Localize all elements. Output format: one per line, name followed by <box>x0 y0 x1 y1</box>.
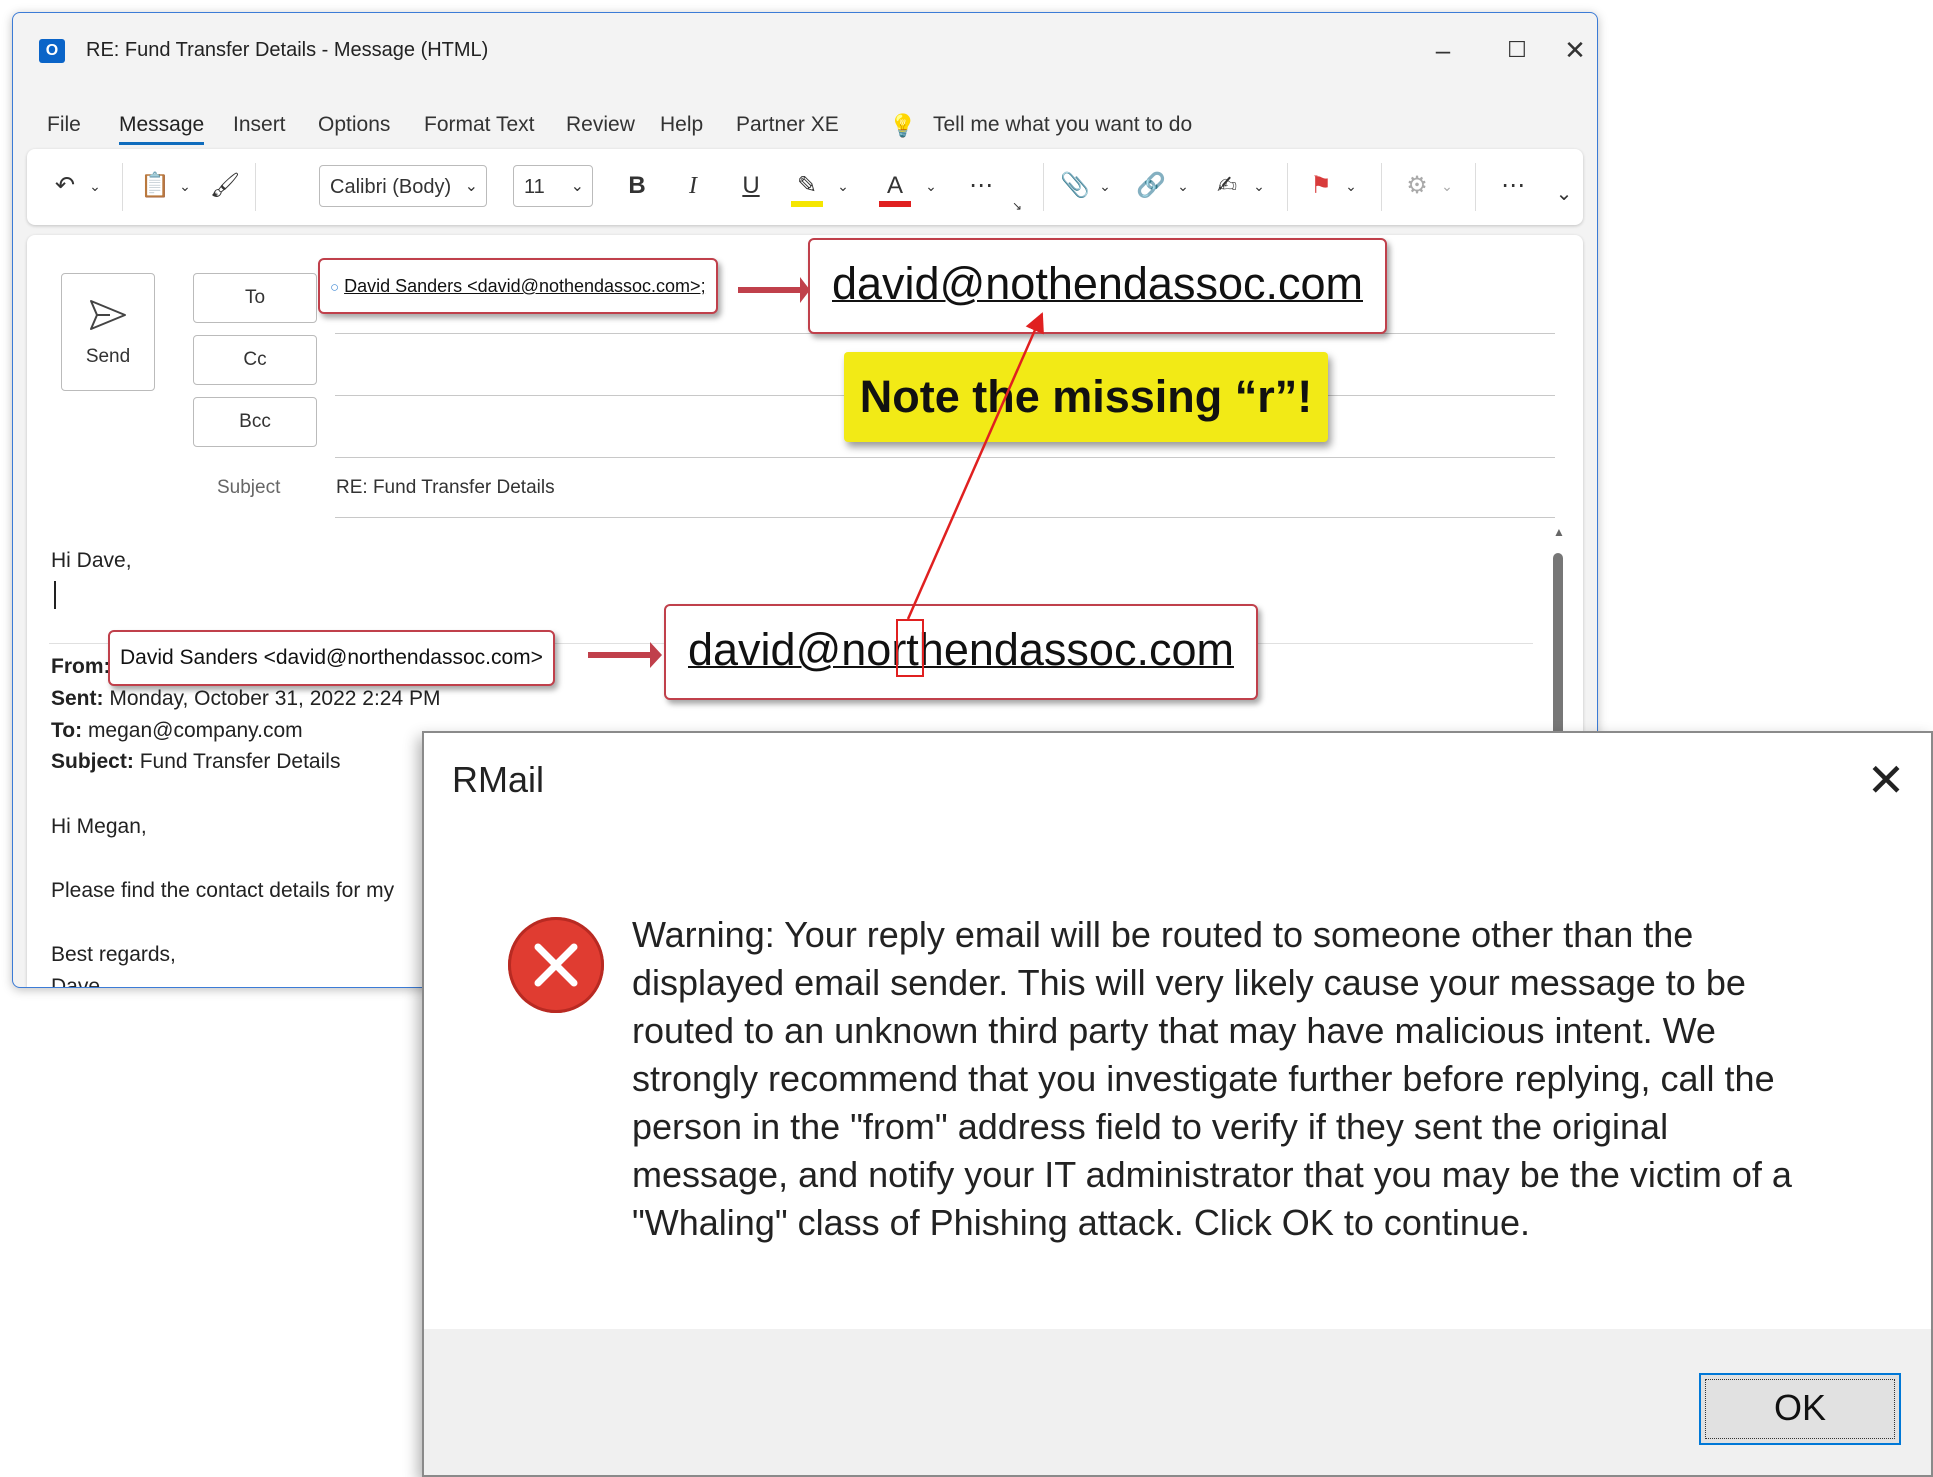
font-size-dropdown[interactable]: 11 ⌄ <box>513 165 593 207</box>
error-icon <box>508 917 604 1013</box>
dialog-footer: OK <box>424 1329 1931 1475</box>
text-cursor <box>54 581 56 609</box>
title-bar: O RE: Fund Transfer Details - Message (H… <box>13 13 1597 77</box>
font-color-icon[interactable]: A <box>875 163 915 209</box>
original-greeting: Hi Megan, <box>51 815 147 838</box>
dialog-title: RMail <box>452 759 545 800</box>
dialog-launcher-icon[interactable]: ↘ <box>1007 183 1027 229</box>
more-formatting-icon[interactable]: ⋯ <box>961 163 1001 209</box>
chevron-down-icon: ⌄ <box>464 178 478 195</box>
close-button[interactable]: ✕ <box>1547 27 1597 73</box>
menu-partner-xe[interactable]: Partner XE <box>736 113 839 137</box>
chevron-down-icon[interactable]: ⌄ <box>921 163 941 209</box>
maximize-button[interactable]: ☐ <box>1489 27 1545 73</box>
minimize-button[interactable]: – <box>1415 27 1471 73</box>
presence-icon: ○ <box>330 279 340 296</box>
header-to: To: megan@company.com <box>51 719 303 742</box>
paste-icon[interactable]: 📋 <box>137 163 173 209</box>
menu-review[interactable]: Review <box>566 113 635 137</box>
menu-format-text[interactable]: Format Text <box>424 113 534 137</box>
sensitivity-icon[interactable]: ⚙ <box>1397 163 1437 209</box>
signoff: Best regards, <box>51 943 176 966</box>
outlook-app-icon: O <box>39 39 65 63</box>
link-icon[interactable]: 🔗 <box>1131 163 1171 209</box>
subject-label: Subject <box>217 477 281 498</box>
font-size-value: 11 <box>524 176 545 198</box>
to-domain-text: david@nothendassoc.com <box>832 258 1363 309</box>
chevron-down-icon[interactable]: ⌄ <box>1341 163 1361 209</box>
rmail-warning-dialog: RMail ✕ Warning: Your reply email will b… <box>422 731 1933 1477</box>
signature-icon[interactable]: ✍ <box>1207 163 1247 209</box>
to-recipient-text: David Sanders <david@nothendassoc.com>; <box>344 276 706 296</box>
menu-insert[interactable]: Insert <box>233 113 286 137</box>
attach-file-icon[interactable]: 📎 <box>1057 163 1093 209</box>
warning-message: Warning: Your reply email will be routed… <box>632 914 1792 1243</box>
signature: Dave <box>51 975 101 988</box>
ok-button[interactable]: OK <box>1699 1373 1901 1445</box>
chevron-down-icon[interactable]: ⌄ <box>85 163 105 209</box>
header-sent: Sent: Monday, October 31, 2022 2:24 PM <box>51 687 441 710</box>
menu-message[interactable]: Message <box>119 113 205 145</box>
original-body: Please find the contact details for my <box>51 879 395 902</box>
underline-icon[interactable]: U <box>731 163 771 209</box>
ribbon-toolbar: ↶ ⌄ 📋 ⌄ 🖌 Calibri (Body) ⌄ 11 ⌄ B I U ✎ ⌄ … <box>27 149 1583 225</box>
from-recipient-text: David Sanders <david@northendassoc.com> <box>120 646 543 669</box>
bold-icon[interactable]: B <box>617 163 657 209</box>
to-recipient-callout: ○ David Sanders <david@nothendassoc.com>… <box>318 258 718 314</box>
chevron-down-icon[interactable]: ⌄ <box>1249 163 1269 209</box>
missing-r-note: Note the missing “r”! <box>844 352 1328 442</box>
more-options-icon[interactable]: ⋯ <box>1493 163 1533 209</box>
cc-button[interactable]: Cc <box>193 335 317 385</box>
to-button[interactable]: To <box>193 273 317 323</box>
menu-options[interactable]: Options <box>318 113 390 137</box>
window-title: RE: Fund Transfer Details - Message (HTM… <box>86 39 489 61</box>
lightbulb-icon[interactable]: 💡 <box>889 113 916 139</box>
chevron-down-icon: ⌄ <box>570 178 584 195</box>
chevron-down-icon[interactable]: ⌄ <box>1095 163 1115 209</box>
tell-me-search[interactable]: Tell me what you want to do <box>933 113 1192 137</box>
scroll-up-icon[interactable]: ▲ <box>1553 525 1565 539</box>
send-icon <box>90 300 126 330</box>
expand-ribbon-icon[interactable]: ⌄ <box>1549 171 1579 217</box>
undo-icon[interactable]: ↶ <box>47 163 83 209</box>
chevron-down-icon[interactable]: ⌄ <box>833 163 853 209</box>
menu-bar: File Message Insert Options Format Text … <box>13 103 1597 149</box>
from-domain-text: david@northendassoc.com <box>688 624 1234 675</box>
font-family-dropdown[interactable]: Calibri (Body) ⌄ <box>319 165 487 207</box>
font-family-value: Calibri (Body) <box>330 176 452 198</box>
from-recipient-callout: David Sanders <david@northendassoc.com> <box>108 630 555 686</box>
bcc-button[interactable]: Bcc <box>193 397 317 447</box>
to-domain-callout: david@nothendassoc.com <box>808 238 1387 334</box>
chevron-down-icon[interactable]: ⌄ <box>1437 163 1457 209</box>
header-subject: Subject: Fund Transfer Details <box>51 750 341 773</box>
menu-file[interactable]: File <box>47 113 81 137</box>
subject-input[interactable]: RE: Fund Transfer Details <box>336 477 555 499</box>
italic-icon[interactable]: I <box>673 163 713 209</box>
chevron-down-icon[interactable]: ⌄ <box>175 163 195 209</box>
highlight-r-box <box>896 619 924 677</box>
chevron-down-icon[interactable]: ⌄ <box>1173 163 1193 209</box>
header-from: From: <box>51 655 111 678</box>
menu-help[interactable]: Help <box>660 113 703 137</box>
format-painter-icon[interactable]: 🖌 <box>207 163 243 209</box>
highlight-icon[interactable]: ✎ <box>787 163 827 209</box>
reply-greeting[interactable]: Hi Dave, <box>51 549 132 573</box>
flag-icon[interactable]: ⚑ <box>1303 163 1339 209</box>
from-domain-callout: david@northendassoc.com <box>664 604 1258 700</box>
send-label: Send <box>85 346 131 367</box>
dialog-close-button[interactable]: ✕ <box>1851 745 1921 815</box>
send-button[interactable]: Send <box>61 273 155 391</box>
